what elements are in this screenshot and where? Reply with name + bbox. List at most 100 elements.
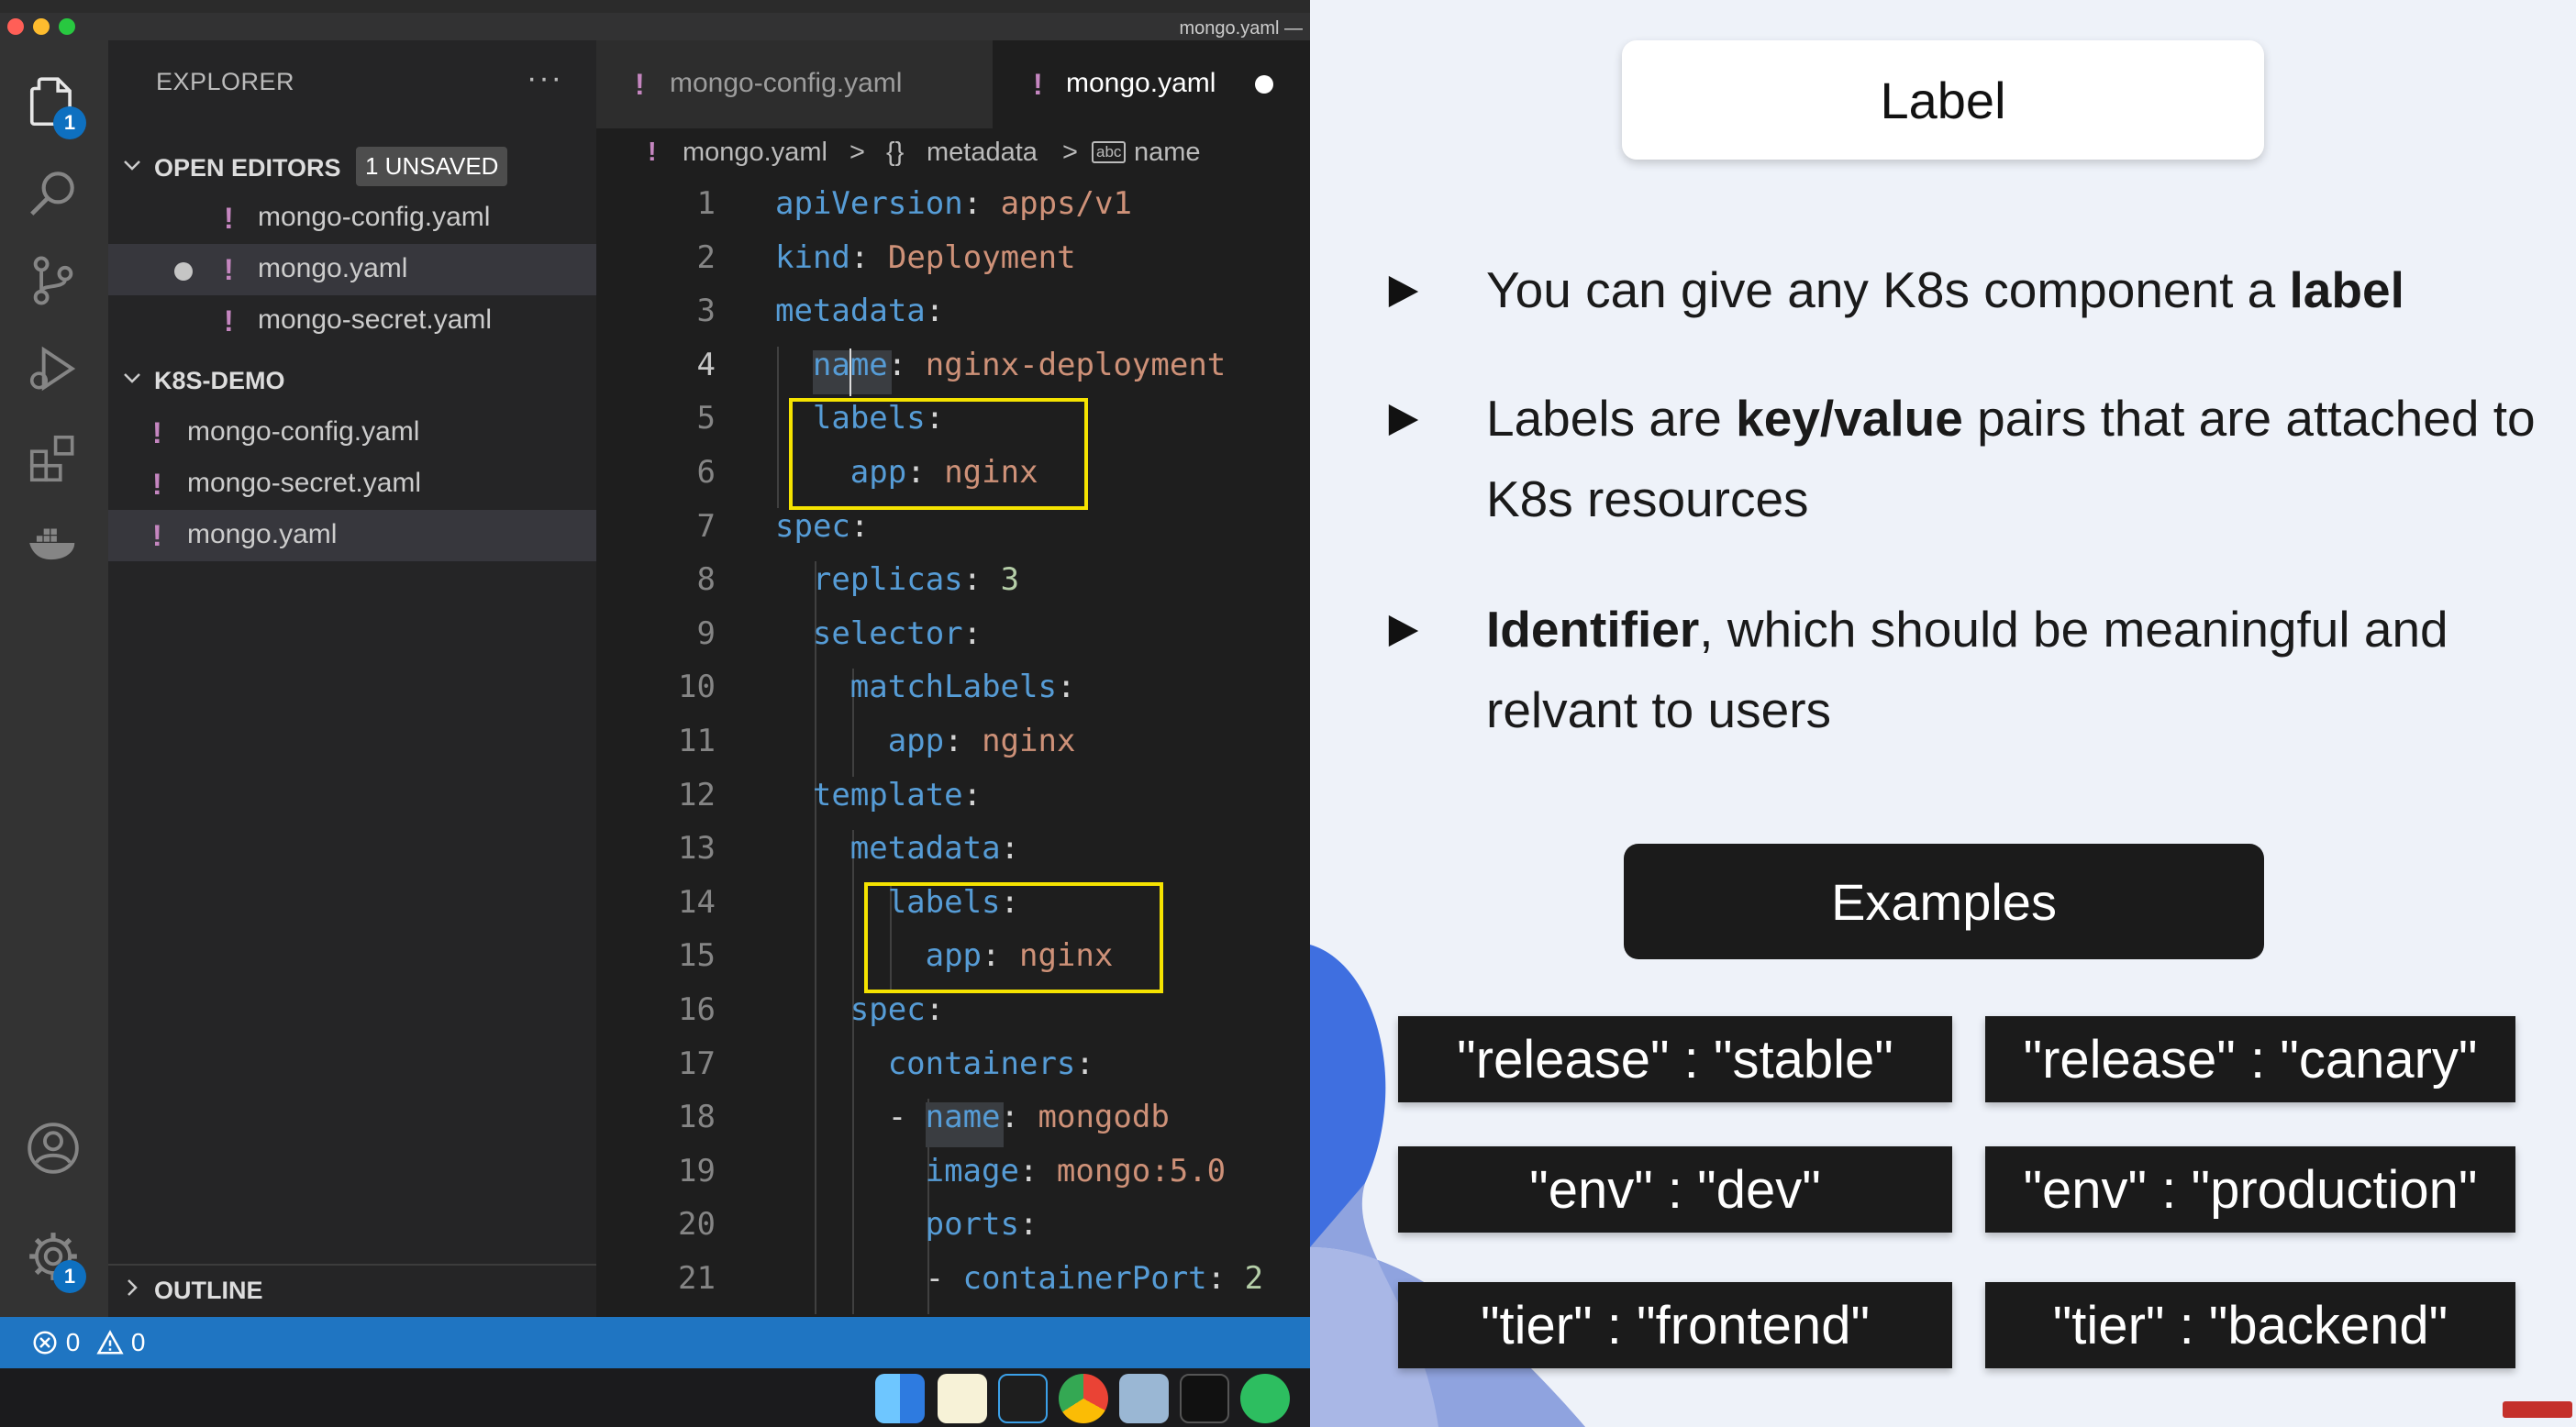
line-number: 3: [696, 293, 716, 330]
colon: :: [1056, 669, 1076, 706]
docker-activity[interactable]: [20, 510, 86, 576]
code-line[interactable]: image: mongo:5.0: [926, 1153, 1227, 1189]
code-line[interactable]: app: nginx: [888, 723, 1076, 759]
breadcrumb-name[interactable]: name: [1134, 138, 1201, 168]
open-editors-section[interactable]: OPEN EDITORS 1 UNSAVED: [108, 143, 596, 191]
code-line[interactable]: metadata:: [775, 293, 944, 329]
triangle-bullet-icon: [1388, 404, 1419, 437]
line-number: 16: [678, 991, 716, 1028]
colon: :: [1018, 1152, 1038, 1189]
yaml-file-icon: !: [224, 304, 234, 337]
triangle-bullet-icon: [1388, 275, 1419, 308]
bullet-bold-text: key/value: [1736, 390, 1963, 447]
code-line[interactable]: - name: mongodb: [888, 1099, 1170, 1135]
tab-bar: ! mongo-config.yaml ! mongo.yaml: [596, 40, 1310, 128]
line-number: 9: [696, 614, 716, 652]
yaml-value: mongodb: [1038, 1099, 1170, 1136]
vscode-icon[interactable]: [998, 1374, 1048, 1423]
outline-header[interactable]: OUTLINE: [108, 1266, 596, 1313]
source-control-icon: [33, 256, 73, 305]
evernote-icon[interactable]: [1240, 1374, 1290, 1423]
chrome-icon[interactable]: [1059, 1374, 1108, 1423]
project-folder-title: K8S-DEMO: [154, 367, 285, 394]
preview-icon[interactable]: [1119, 1374, 1169, 1423]
tab-mongo-config[interactable]: ! mongo-config.yaml: [596, 40, 993, 128]
open-editor-item[interactable]: ! mongo.yaml: [108, 244, 596, 295]
code-line[interactable]: template:: [813, 777, 982, 813]
code-line[interactable]: spec:: [850, 991, 944, 1028]
run-debug-activity[interactable]: [20, 336, 86, 402]
colon: :: [1000, 1099, 1020, 1136]
colon: :: [962, 561, 983, 599]
highlight-box: [788, 398, 1089, 510]
code-line[interactable]: selector:: [813, 615, 982, 652]
triangle-bullet-icon: [1388, 614, 1419, 647]
code-line[interactable]: kind: Deployment: [775, 239, 1076, 276]
unsaved-dot-icon[interactable]: [1255, 75, 1273, 94]
line-number: 4: [696, 346, 716, 383]
line-number: 7: [696, 507, 716, 545]
explorer-activity[interactable]: 1: [20, 70, 86, 139]
minimize-window-button[interactable]: [33, 18, 50, 35]
open-editor-item[interactable]: ! mongo-secret.yaml: [108, 295, 596, 347]
project-folder-section[interactable]: K8S-DEMO: [108, 356, 596, 404]
yaml-file-icon: !: [152, 416, 162, 449]
file-tree-item[interactable]: ! mongo-config.yaml: [108, 407, 596, 459]
unsaved-dot-icon[interactable]: [174, 262, 193, 281]
code-line[interactable]: containers:: [888, 1045, 1094, 1082]
yaml-key: name: [925, 1099, 1001, 1136]
search-activity[interactable]: [20, 160, 86, 226]
code-line[interactable]: - containerPort: 2: [926, 1260, 1264, 1297]
search-icon: [30, 171, 74, 216]
source-control-activity[interactable]: [20, 248, 86, 314]
warning-icon: [96, 1330, 124, 1355]
mac-dock: [0, 1368, 1310, 1427]
zoom-window-button[interactable]: [59, 18, 75, 35]
yaml-key: metadata: [849, 830, 1001, 868]
code-line[interactable]: spec:: [775, 508, 869, 545]
mac-menubar: [0, 0, 1310, 13]
yaml-key: replicas: [812, 561, 963, 599]
code-line[interactable]: ports:: [926, 1206, 1038, 1243]
line-number: 17: [678, 1045, 716, 1082]
yaml-key: template: [812, 776, 963, 813]
colon: :: [925, 293, 945, 330]
finder-icon[interactable]: [875, 1374, 925, 1423]
open-editor-item[interactable]: ! mongo-config.yaml: [108, 193, 596, 244]
text-cursor: [849, 348, 851, 397]
yaml-key: app: [887, 723, 945, 759]
breadcrumb-file[interactable]: mongo.yaml: [683, 138, 827, 168]
extensions-activity[interactable]: [20, 426, 86, 492]
line-number: 10: [678, 669, 716, 706]
code-editor[interactable]: 1 apiVersion: apps/v1 2 kind: Deployment 3 me…: [596, 180, 1310, 1317]
code-line[interactable]: replicas: 3: [813, 561, 1019, 598]
accounts-activity[interactable]: [20, 1115, 86, 1181]
close-window-button[interactable]: [7, 18, 24, 35]
yaml-file-icon: !: [635, 68, 645, 101]
code-line[interactable]: name: nginx-deployment: [813, 347, 1226, 383]
problems-status[interactable]: 0 0: [31, 1328, 146, 1357]
explorer-header: EXPLORER: [156, 68, 295, 95]
file-tree-item[interactable]: ! mongo.yaml: [108, 510, 596, 561]
colon: :: [925, 991, 945, 1028]
breadcrumb: ! mongo.yaml > {} metadata > abc name: [596, 128, 1310, 180]
error-icon: [33, 1331, 57, 1355]
colon: :: [1018, 1206, 1038, 1244]
manage-activity[interactable]: 1: [20, 1223, 86, 1293]
notes-icon[interactable]: [938, 1374, 987, 1423]
code-line[interactable]: metadata:: [850, 830, 1019, 867]
explorer-badge: 1: [53, 106, 86, 139]
breadcrumb-metadata[interactable]: metadata: [927, 138, 1038, 168]
activity-bar: 1 1: [0, 40, 108, 1317]
file-tree-item[interactable]: ! mongo-secret.yaml: [108, 459, 596, 510]
code-line[interactable]: apiVersion: apps/v1: [775, 185, 1132, 222]
tab-mongo[interactable]: ! mongo.yaml: [993, 40, 1310, 128]
terminal-icon[interactable]: [1180, 1374, 1229, 1423]
bullet-run-text: Labels are: [1486, 390, 1737, 447]
more-actions-button[interactable]: ···: [527, 61, 563, 96]
subscribe-badge[interactable]: [2503, 1401, 2572, 1418]
line-number: 21: [678, 1260, 716, 1297]
outline-section[interactable]: OUTLINE: [108, 1264, 596, 1317]
colon: :: [962, 185, 983, 222]
code-line[interactable]: matchLabels:: [850, 669, 1076, 705]
